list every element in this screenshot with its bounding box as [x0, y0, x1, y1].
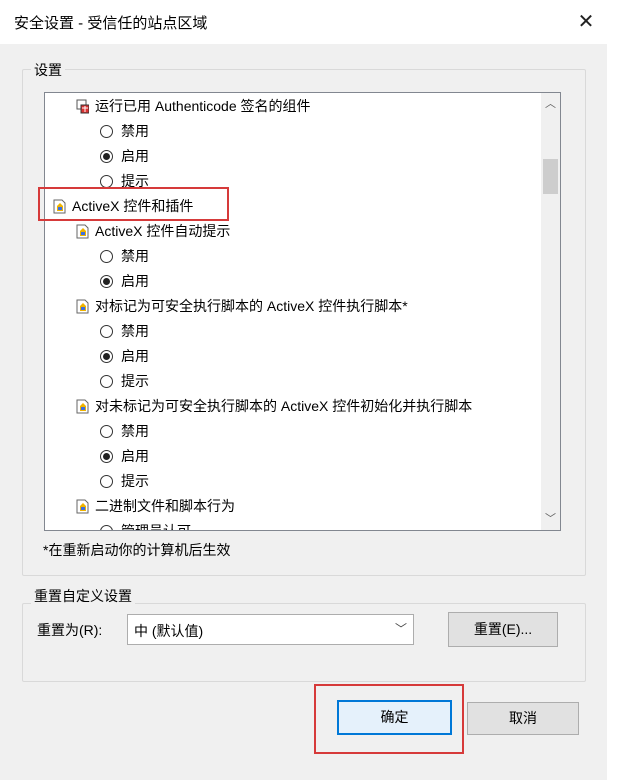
radio-option[interactable]: 提示: [100, 468, 149, 492]
tree-item-label: 提示: [121, 473, 149, 490]
radio-checked-icon[interactable]: [100, 149, 113, 163]
close-icon[interactable]: ✕: [573, 10, 599, 36]
settings-group-label: 设置: [31, 60, 65, 80]
document-icon: [76, 299, 89, 314]
chevron-down-icon: ﹀: [394, 622, 407, 636]
reset-level-value: 中 (默认值): [134, 623, 204, 639]
tree-item-label: 二进制文件和脚本行为: [95, 498, 235, 515]
reset-to-label: 重置为(R):: [37, 622, 103, 638]
radio-option[interactable]: 禁用: [100, 118, 149, 142]
radio-option[interactable]: 管理员认可: [100, 518, 191, 530]
radio-unchecked-icon[interactable]: [100, 474, 113, 488]
tree-item-label: 启用: [121, 348, 149, 365]
window-edge: [607, 0, 619, 780]
radio-unchecked-icon[interactable]: [100, 124, 113, 138]
tree-item-label: 对标记为可安全执行脚本的 ActiveX 控件执行脚本*: [95, 298, 408, 315]
tree-item[interactable]: 二进制文件和脚本行为: [76, 493, 235, 517]
tree-item[interactable]: ActiveX 控件自动提示: [76, 218, 230, 242]
window-title: 安全设置 - 受信任的站点区域: [14, 15, 208, 32]
tree-item-label: ActiveX 控件自动提示: [95, 223, 231, 240]
tree-item-label: 启用: [121, 273, 149, 290]
radio-unchecked-icon[interactable]: [100, 524, 113, 530]
tree-item-label: 提示: [121, 373, 149, 390]
tree-item-label: 禁用: [121, 323, 149, 340]
tree-item[interactable]: 运行已用 Authenticode 签名的组件: [76, 93, 311, 117]
radio-unchecked-icon[interactable]: [100, 324, 113, 338]
document-icon: [76, 399, 89, 414]
radio-option[interactable]: 启用: [100, 343, 149, 367]
tree-item-label: 对未标记为可安全执行脚本的 ActiveX 控件初始化并执行脚本: [95, 398, 473, 415]
scroll-down-icon[interactable]: ﹀: [541, 510, 560, 528]
tree-item-label: 禁用: [121, 423, 149, 440]
document-icon: [76, 499, 89, 514]
reset-group-label: 重置自定义设置: [31, 586, 135, 606]
tree-item-label: 管理员认可: [121, 519, 191, 530]
radio-option[interactable]: 启用: [100, 143, 149, 167]
settings-tree[interactable]: 运行已用 Authenticode 签名的组件 禁用 启用 提示 ActiveX 控件和…: [44, 92, 561, 531]
radio-unchecked-icon[interactable]: [100, 174, 113, 188]
reset-button[interactable]: 重置(E)...: [448, 612, 558, 647]
restart-note: *在重新启动你的计算机后生效: [43, 542, 231, 558]
radio-option[interactable]: 启用: [100, 443, 149, 467]
tree-item-label: 禁用: [121, 123, 149, 140]
radio-checked-icon[interactable]: [100, 449, 113, 463]
title-bar: 安全设置 - 受信任的站点区域 ✕: [0, 0, 619, 44]
radio-option[interactable]: 禁用: [100, 418, 149, 442]
radio-unchecked-icon[interactable]: [100, 249, 113, 263]
ok-highlight-box: [314, 684, 464, 754]
tree-item[interactable]: 对未标记为可安全执行脚本的 ActiveX 控件初始化并执行脚本: [76, 393, 472, 417]
tree-item-label: 禁用: [121, 248, 149, 265]
document-icon: [76, 224, 89, 239]
radio-option[interactable]: 提示: [100, 368, 149, 392]
radio-unchecked-icon[interactable]: [100, 374, 113, 388]
radio-option[interactable]: 启用: [100, 268, 149, 292]
cancel-button[interactable]: 取消: [467, 702, 579, 735]
scroll-up-icon[interactable]: ︿: [541, 95, 560, 113]
radio-unchecked-icon[interactable]: [100, 424, 113, 438]
vertical-scrollbar[interactable]: ︿ ﹀: [541, 93, 560, 530]
radio-option[interactable]: 禁用: [100, 243, 149, 267]
scroll-thumb[interactable]: [543, 159, 558, 194]
tree-item-label: 启用: [121, 148, 149, 165]
activex-highlight-box: [38, 187, 229, 221]
reset-level-select[interactable]: 中 (默认值) ﹀: [127, 614, 414, 645]
tree-item-label: 运行已用 Authenticode 签名的组件: [95, 98, 311, 115]
radio-option[interactable]: 禁用: [100, 318, 149, 342]
tree-item-label: 启用: [121, 448, 149, 465]
radio-checked-icon[interactable]: [100, 274, 113, 288]
tree-item[interactable]: 对标记为可安全执行脚本的 ActiveX 控件执行脚本*: [76, 293, 408, 317]
component-icon: [76, 99, 89, 114]
radio-checked-icon[interactable]: [100, 349, 113, 363]
